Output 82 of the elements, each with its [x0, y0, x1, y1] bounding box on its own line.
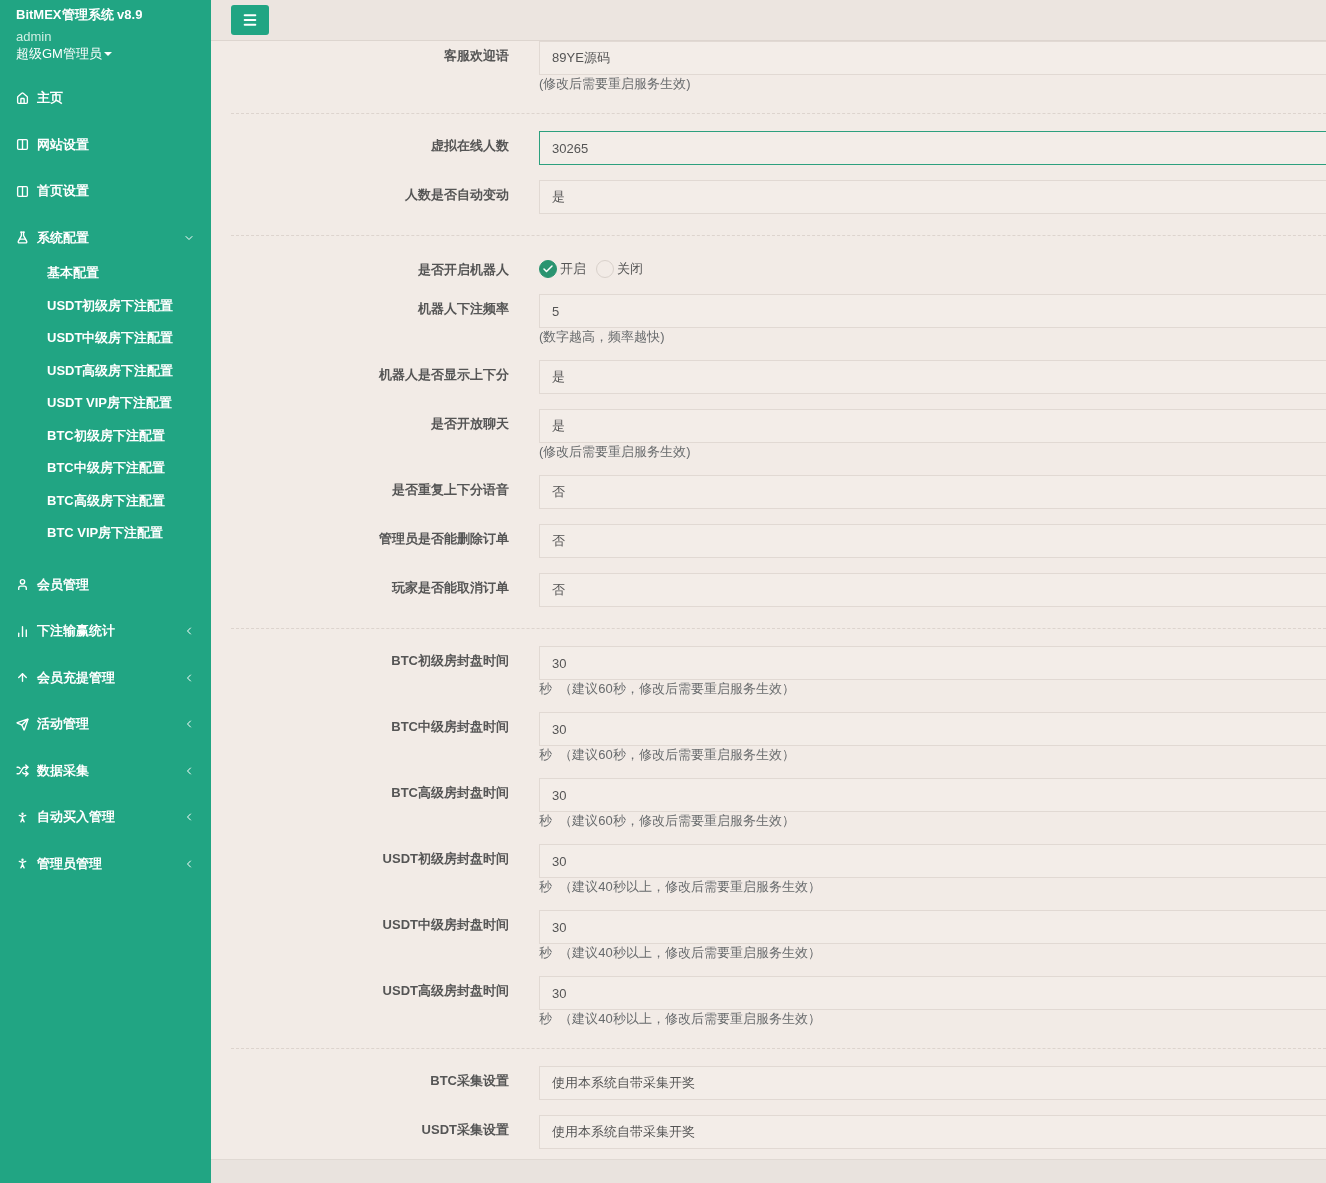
- field-label: 玩家是否能取消订单: [390, 579, 509, 597]
- home-icon: [16, 91, 29, 105]
- menu-button[interactable]: [231, 5, 269, 35]
- field-label: BTC采集设置: [429, 1072, 509, 1090]
- nav-item[interactable]: 首页设置: [0, 168, 211, 215]
- paper-plane-icon: [16, 717, 29, 731]
- nav-subitem[interactable]: BTC高级房下注配置: [0, 484, 211, 517]
- nav-item[interactable]: 下注输赢统计: [0, 608, 211, 655]
- input-field[interactable]: 是: [539, 409, 1326, 443]
- input-field[interactable]: 30: [539, 778, 1326, 812]
- field-label: 机器人是否显示上下分: [377, 366, 509, 384]
- field-label: USDT高级房封盘时间: [381, 982, 509, 1000]
- nav-item[interactable]: 会员充提管理: [0, 654, 211, 701]
- field-label: 是否开启机器人: [417, 261, 509, 279]
- help-text: (数字越高，频率越快): [539, 329, 666, 345]
- input-field[interactable]: 30265: [539, 131, 1326, 165]
- input-field[interactable]: 否: [539, 573, 1326, 607]
- radio-label: 关闭: [617, 260, 643, 278]
- menu-icon: [242, 12, 258, 28]
- user-icon: [16, 578, 29, 592]
- nav-item[interactable]: 数据采集: [0, 747, 211, 794]
- person-icon: [16, 857, 29, 871]
- nav-subitem[interactable]: BTC VIP房下注配置: [0, 517, 211, 550]
- nav-item[interactable]: 活动管理: [0, 701, 211, 748]
- input-field[interactable]: 30: [539, 844, 1326, 878]
- bar-chart-icon: [16, 624, 29, 638]
- input-field[interactable]: 30: [539, 910, 1326, 944]
- check-icon: [542, 263, 554, 275]
- input-field[interactable]: 是: [539, 180, 1326, 214]
- input-field[interactable]: 30: [539, 646, 1326, 680]
- field-label: 虚拟在线人数: [430, 137, 509, 155]
- field-label: 是否开放聊天: [430, 415, 509, 433]
- help-text: 秒 （建议40秒以上，修改后需要重启服务生效）: [539, 879, 822, 895]
- radio-label: 开启: [560, 260, 586, 278]
- field-label: 机器人下注频率: [416, 300, 509, 318]
- nav-subitem[interactable]: USDT高级房下注配置: [0, 354, 211, 387]
- input-field[interactable]: 30: [539, 976, 1326, 1010]
- field-label: 管理员是否能删除订单: [378, 530, 509, 548]
- field-label: USDT中级房封盘时间: [381, 916, 509, 934]
- input-field[interactable]: 使用本系统自带采集开奖: [539, 1115, 1326, 1149]
- input-field[interactable]: 89YE源码: [539, 41, 1326, 75]
- role-dropdown[interactable]: 超级GM管理员: [16, 45, 195, 63]
- field-label: 是否重复上下分语音: [391, 481, 509, 499]
- field-label: USDT采集设置: [420, 1121, 509, 1139]
- user-name: admin: [16, 29, 53, 45]
- shuffle-icon: [16, 764, 29, 778]
- input-field[interactable]: 使用本系统自带采集开奖: [539, 1066, 1326, 1100]
- nav-item[interactable]: 管理员管理: [0, 840, 211, 887]
- help-text: 秒 （建议60秒，修改后需要重启服务生效）: [539, 747, 796, 763]
- nav-subitem[interactable]: BTC初级房下注配置: [0, 419, 211, 452]
- input-field[interactable]: 否: [539, 524, 1326, 558]
- help-text: (修改后需要重启服务生效): [539, 76, 692, 92]
- field-label: USDT初级房封盘时间: [381, 850, 509, 868]
- field-label: 人数是否自动变动: [404, 186, 509, 204]
- help-text: 秒 （建议40秒以上，修改后需要重启服务生效）: [539, 945, 822, 961]
- nav-subitem[interactable]: USDT初级房下注配置: [0, 289, 211, 322]
- input-field[interactable]: 30: [539, 712, 1326, 746]
- nav-subitem[interactable]: USDT VIP房下注配置: [0, 387, 211, 420]
- help-text: 秒 （建议60秒，修改后需要重启服务生效）: [539, 813, 796, 829]
- nav-item[interactable]: 自动买入管理: [0, 794, 211, 841]
- help-text: 秒 （建议60秒，修改后需要重启服务生效）: [539, 681, 796, 697]
- input-field[interactable]: 是: [539, 360, 1326, 394]
- arrow-up-icon: [16, 671, 29, 685]
- nav-item[interactable]: 主页: [0, 75, 211, 122]
- nav-subitem[interactable]: BTC中级房下注配置: [0, 452, 211, 485]
- nav-subitem[interactable]: USDT中级房下注配置: [0, 322, 211, 355]
- person-icon: [16, 810, 29, 824]
- field-label: BTC高级房封盘时间: [390, 784, 509, 802]
- flask-icon: [16, 231, 29, 245]
- help-text: (修改后需要重启服务生效): [539, 444, 692, 460]
- field-label: BTC初级房封盘时间: [390, 652, 509, 670]
- input-field[interactable]: 否: [539, 475, 1326, 509]
- app-title: BitMEX管理系统 v8.9: [16, 6, 144, 23]
- nav-item[interactable]: 网站设置: [0, 121, 211, 168]
- input-field[interactable]: 5: [539, 294, 1326, 328]
- columns-icon: [16, 138, 29, 152]
- field-label: BTC中级房封盘时间: [390, 718, 509, 736]
- help-text: 秒 （建议40秒以上，修改后需要重启服务生效）: [539, 1011, 822, 1027]
- radio-button[interactable]: [539, 260, 557, 278]
- nav-item[interactable]: 会员管理: [0, 561, 211, 608]
- field-label: 客服欢迎语: [443, 47, 509, 65]
- columns-icon: [16, 184, 29, 198]
